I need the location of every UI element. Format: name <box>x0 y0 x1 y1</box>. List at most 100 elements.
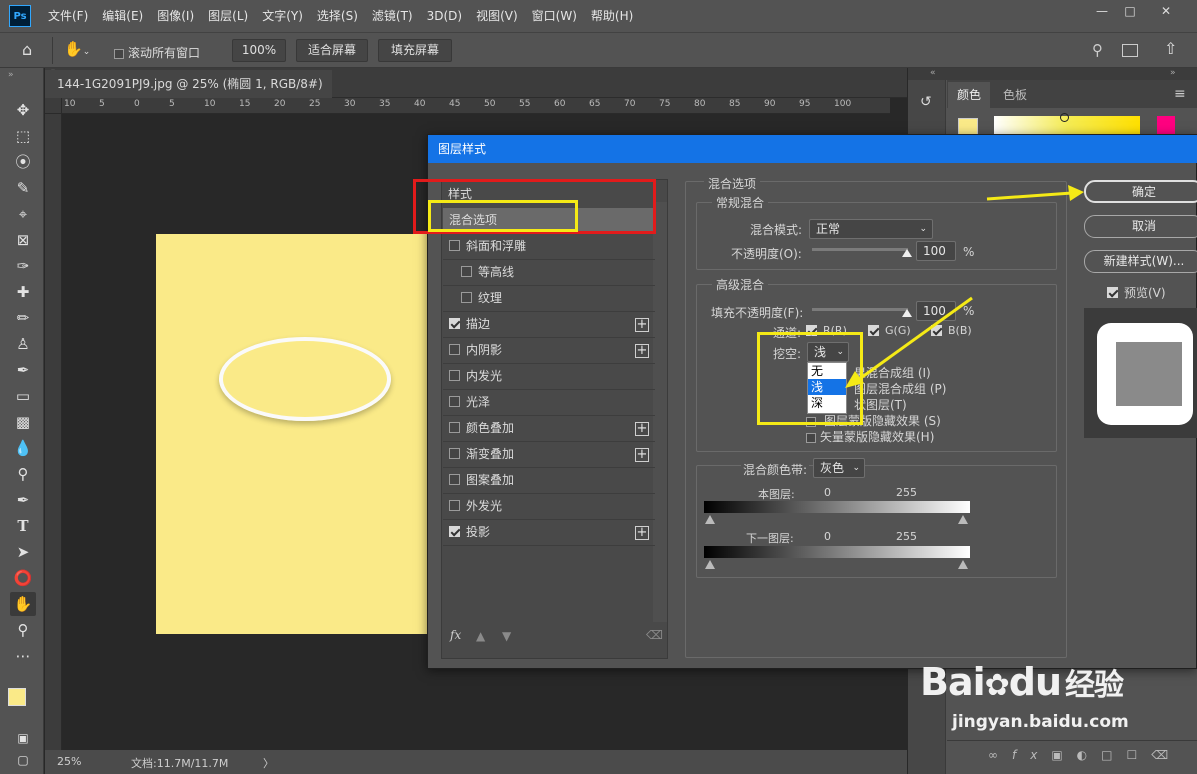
zoom-level[interactable]: 25% <box>57 755 81 768</box>
path-select-tool-icon[interactable]: ➤ <box>10 540 36 564</box>
underlying-layer-white-slider[interactable] <box>958 560 968 569</box>
style-item[interactable]: 内发光 <box>443 364 655 390</box>
share-icon[interactable]: ⇧ <box>1164 39 1177 58</box>
tab-color[interactable]: 颜色 <box>948 82 990 108</box>
menu-type[interactable]: 文字(Y) <box>255 0 310 32</box>
cancel-button[interactable]: 取消 <box>1084 215 1197 238</box>
add-effect-icon[interactable]: + <box>635 526 649 540</box>
add-effect-icon[interactable]: + <box>635 422 649 436</box>
checkbox-icon[interactable] <box>806 432 816 443</box>
dodge-tool-icon[interactable]: ⚲ <box>10 462 36 486</box>
hand-tool-icon[interactable]: ✋ <box>10 592 36 616</box>
screen-mode-icon[interactable]: ▢ <box>10 748 36 772</box>
zoom-100-button[interactable]: 100% <box>232 39 286 62</box>
more-tools-icon[interactable]: ⋯ <box>10 644 36 668</box>
healing-brush-tool-icon[interactable]: ✚ <box>10 280 36 304</box>
checkbox-icon[interactable] <box>449 240 460 251</box>
type-tool-icon[interactable]: T <box>10 514 36 538</box>
menu-image[interactable]: 图像(I) <box>150 0 201 32</box>
ellipse-tool-icon[interactable]: ⭕ <box>10 566 36 590</box>
frame-tool-icon[interactable]: ⊠ <box>10 228 36 252</box>
close-icon[interactable]: ✕ <box>1148 0 1184 22</box>
move-down-icon[interactable]: ▼ <box>502 629 511 643</box>
hand-tool-icon[interactable]: ✋⌄ <box>64 40 100 62</box>
style-item[interactable]: 外发光 <box>443 494 655 520</box>
fit-screen-button[interactable]: 适合屏幕 <box>296 39 368 62</box>
menu-file[interactable]: 文件(F) <box>41 0 95 32</box>
scroll-all-windows-checkbox[interactable]: 滚动所有窗口 <box>114 44 200 61</box>
ruler-origin[interactable] <box>45 98 62 114</box>
style-item[interactable]: 纹理 <box>443 286 655 312</box>
underlying-layer-black-slider[interactable] <box>705 560 715 569</box>
document-canvas[interactable] <box>156 234 434 634</box>
add-effect-icon[interactable]: + <box>635 318 649 332</box>
marquee-tool-icon[interactable]: ⬚ <box>10 124 36 148</box>
gradient-tool-icon[interactable]: ▩ <box>10 410 36 434</box>
document-tab[interactable]: 144-1G2091PJ9.jpg @ 25% (椭圆 1, RGB/8#) *… <box>45 70 332 119</box>
zoom-tool-icon[interactable]: ⚲ <box>10 618 36 642</box>
collapse-icon[interactable]: » <box>8 70 14 80</box>
menu-view[interactable]: 视图(V) <box>469 0 525 32</box>
this-layer-gradient[interactable] <box>704 501 970 513</box>
checkbox-icon[interactable] <box>449 370 460 381</box>
foreground-color-swatch[interactable] <box>8 688 26 706</box>
maximize-icon[interactable]: □ <box>1112 0 1148 22</box>
style-item[interactable]: 斜面和浮雕 <box>443 234 655 260</box>
styles-scrollbar[interactable] <box>653 202 667 622</box>
checkbox-icon[interactable] <box>1107 287 1118 298</box>
style-item[interactable]: 图案叠加 <box>443 468 655 494</box>
stamp-tool-icon[interactable]: ♙ <box>10 332 36 356</box>
menu-window[interactable]: 窗口(W) <box>525 0 584 32</box>
style-item[interactable]: 等高线 <box>443 260 655 286</box>
eraser-tool-icon[interactable]: ▭ <box>10 384 36 408</box>
trash-icon[interactable]: ⌫ <box>646 628 663 642</box>
add-effect-icon[interactable]: + <box>635 448 649 462</box>
style-item[interactable]: 投影 + <box>443 520 655 546</box>
checkbox-icon[interactable] <box>449 422 460 433</box>
tab-swatches[interactable]: 色板 <box>994 82 1036 108</box>
checkbox-icon[interactable] <box>449 526 460 537</box>
history-icon[interactable]: ↺ <box>920 94 932 110</box>
move-tool-icon[interactable]: ✥ <box>10 98 36 122</box>
lasso-tool-icon[interactable]: ⦿ <box>10 150 36 174</box>
menu-help[interactable]: 帮助(H) <box>584 0 640 32</box>
ok-button[interactable]: 确定 <box>1084 180 1197 203</box>
crop-tool-icon[interactable]: ⌖ <box>10 202 36 226</box>
style-item[interactable]: 渐变叠加 + <box>443 442 655 468</box>
checkbox-icon[interactable] <box>449 448 460 459</box>
menu-select[interactable]: 选择(S) <box>310 0 365 32</box>
checkbox-icon[interactable] <box>449 318 460 329</box>
fx-icon[interactable]: fx <box>450 628 461 642</box>
vector-mask-hides-option[interactable]: 矢量蒙版隐藏效果(H) <box>806 428 934 445</box>
underlying-layer-gradient[interactable] <box>704 546 970 558</box>
blend-if-select[interactable]: 灰色 ⌄ <box>813 458 865 478</box>
style-item[interactable]: 内阴影 + <box>443 338 655 364</box>
collapse-icon[interactable]: « <box>930 68 936 78</box>
checkbox-icon[interactable] <box>449 500 460 511</box>
style-item[interactable]: 颜色叠加 + <box>443 416 655 442</box>
eyedropper-tool-icon[interactable]: ✑ <box>10 254 36 278</box>
menu-filter[interactable]: 滤镜(T) <box>365 0 420 32</box>
preview-checkbox[interactable]: 预览(V) <box>1107 284 1166 301</box>
this-layer-black-slider[interactable] <box>705 515 715 524</box>
menu-layer[interactable]: 图层(L) <box>201 0 255 32</box>
new-style-button[interactable]: 新建样式(W)... <box>1084 250 1197 273</box>
home-icon[interactable]: ⌂ <box>22 41 42 61</box>
panel-menu-icon[interactable]: ≡ <box>1174 86 1186 102</box>
add-effect-icon[interactable]: + <box>635 344 649 358</box>
checkbox-icon[interactable] <box>114 48 124 59</box>
checkbox-icon[interactable] <box>449 396 460 407</box>
workspace-icon[interactable] <box>1122 44 1138 57</box>
menu-3d[interactable]: 3D(D) <box>420 0 469 32</box>
status-menu-arrow[interactable]: 〉 <box>263 755 274 771</box>
brush-tool-icon[interactable]: ✏ <box>10 306 36 330</box>
collapse-icon[interactable]: » <box>1170 68 1176 78</box>
checkbox-icon[interactable] <box>461 292 472 303</box>
checkbox-icon[interactable] <box>461 266 472 277</box>
layers-footer-icons[interactable]: ∞fx▣◐□☐⌫ <box>988 748 1182 762</box>
search-icon[interactable]: ⚲ <box>1092 41 1103 59</box>
checkbox-icon[interactable] <box>449 344 460 355</box>
this-layer-white-slider[interactable] <box>958 515 968 524</box>
history-brush-tool-icon[interactable]: ✒ <box>10 358 36 382</box>
checkbox-icon[interactable] <box>449 474 460 485</box>
